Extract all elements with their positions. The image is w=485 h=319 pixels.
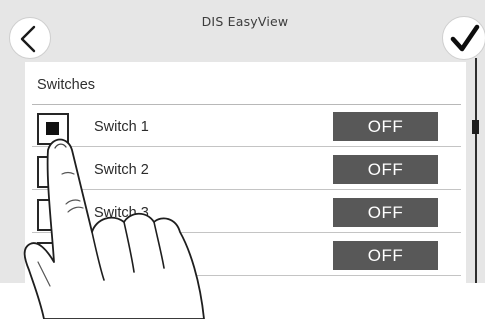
scrollbar-track[interactable] xyxy=(475,58,477,283)
switch-label: Switch 3 xyxy=(94,205,149,221)
confirm-button[interactable] xyxy=(442,16,485,60)
row-divider xyxy=(32,232,461,233)
switch-state-button[interactable]: OFF xyxy=(333,112,438,141)
chevron-left-icon xyxy=(20,25,36,53)
device-screen: DIS EasyView Switches Switch 1 OFF Switc… xyxy=(0,0,485,283)
switch-state-button[interactable]: OFF xyxy=(333,241,438,270)
switch-checkbox[interactable] xyxy=(37,199,69,231)
scrollbar-thumb[interactable] xyxy=(472,120,479,134)
switch-checkbox[interactable] xyxy=(37,156,69,188)
row-divider xyxy=(32,275,461,276)
switch-row: OFF xyxy=(25,236,466,276)
switch-label: Switch 2 xyxy=(94,162,149,178)
divider xyxy=(32,104,461,105)
back-button[interactable] xyxy=(9,17,51,59)
switch-row: Switch 3 OFF xyxy=(25,193,466,233)
checked-mark xyxy=(46,122,59,135)
row-divider xyxy=(32,146,461,147)
switch-row: Switch 1 OFF xyxy=(25,107,466,147)
top-bar: DIS EasyView xyxy=(0,0,485,62)
switch-row: Switch 2 OFF xyxy=(25,150,466,190)
row-divider xyxy=(32,189,461,190)
switch-state-button[interactable]: OFF xyxy=(333,155,438,184)
switch-state-button[interactable]: OFF xyxy=(333,198,438,227)
switch-checkbox[interactable] xyxy=(37,242,69,274)
switch-label: Switch 1 xyxy=(94,119,149,135)
app-title: DIS EasyView xyxy=(201,14,289,29)
checkmark-icon xyxy=(450,24,480,52)
switches-panel: Switches Switch 1 OFF Switch 2 OFF Switc… xyxy=(25,62,466,283)
switch-checkbox[interactable] xyxy=(37,113,69,145)
panel-title: Switches xyxy=(37,77,96,93)
